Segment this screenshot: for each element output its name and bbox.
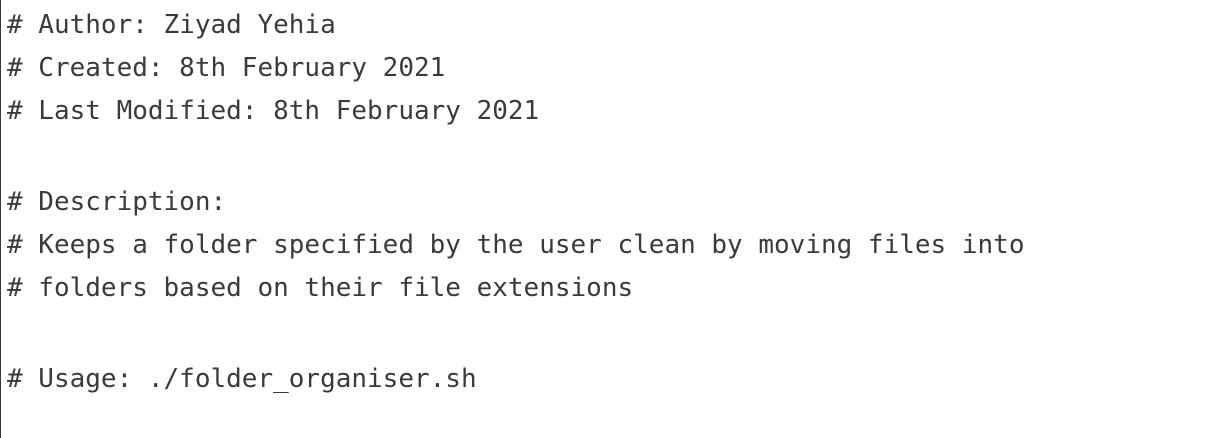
comment-last-modified: # Last Modified: 8th February 2021 (7, 96, 540, 126)
comment-description-heading: # Description: (7, 187, 227, 217)
comment-description-line-2: # folders based on their file extensions (7, 273, 634, 303)
comment-author: # Author: Ziyad Yehia (7, 10, 336, 40)
comment-usage: # Usage: ./folder_organiser.sh (7, 364, 477, 394)
code-block: # Author: Ziyad Yehia # Created: 8th Feb… (0, 0, 1232, 438)
comment-description-line-1: # Keeps a folder specified by the user c… (7, 230, 1025, 260)
comment-created: # Created: 8th February 2021 (7, 53, 446, 83)
